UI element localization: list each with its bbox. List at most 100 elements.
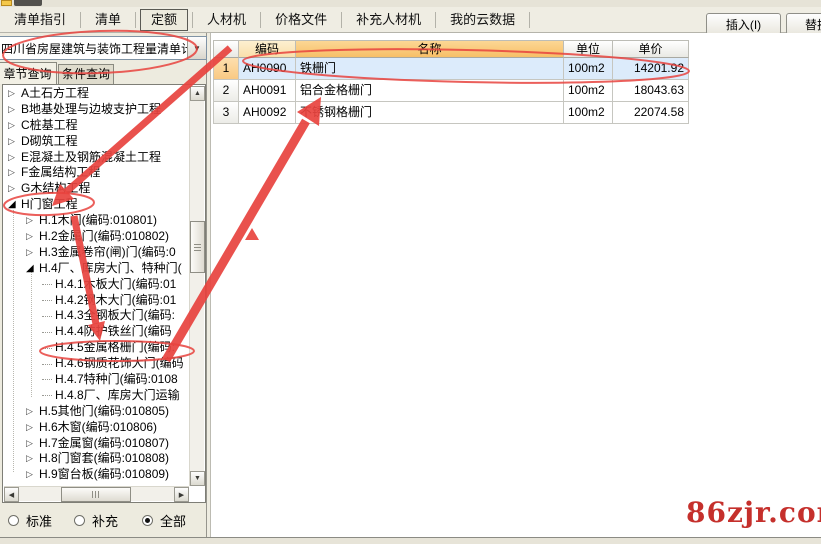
expand-icon[interactable]: ▷	[8, 165, 21, 181]
collapse-icon[interactable]: ◢	[26, 261, 39, 277]
expand-icon[interactable]: ▷	[8, 181, 21, 197]
tree-item-label: D砌筑工程	[21, 134, 78, 150]
scroll-up-icon[interactable]: ▲	[190, 86, 205, 101]
tree-vertical-scrollbar[interactable]: ▲ ▼	[189, 86, 204, 486]
cell-num[interactable]: 3	[213, 102, 239, 124]
expand-icon[interactable]: ▷	[8, 102, 21, 118]
tree-item[interactable]: H.4.4防护铁丝门(编码	[4, 324, 189, 340]
expand-icon[interactable]: ▷	[26, 467, 39, 483]
cell-unit[interactable]: 100m2	[564, 80, 613, 102]
tab-separator	[529, 12, 530, 28]
replace-button[interactable]: 替换	[786, 13, 821, 35]
tree-item[interactable]: ▷H.2金属门(编码:010802)	[4, 229, 189, 245]
cell-unit[interactable]: 100m2	[564, 58, 613, 80]
expand-icon[interactable]: ▷	[26, 404, 39, 420]
table-header-row: 编码 名称 单位 单价	[213, 40, 689, 58]
tree-item-label: G木结构工程	[21, 181, 90, 197]
top-tab-1[interactable]: 清单指引	[0, 8, 80, 32]
table-row[interactable]: 3AH0092不锈钢格栅门100m222074.58	[213, 102, 689, 124]
cell-price[interactable]: 14201.92	[613, 58, 689, 80]
tree-item-label: C桩基工程	[21, 118, 78, 134]
tree-item[interactable]: ▷H.9窗台板(编码:010809)	[4, 467, 189, 483]
cell-name[interactable]: 铁栅门	[296, 58, 564, 80]
expand-icon[interactable]: ▷	[8, 150, 21, 166]
tree: ▷A土石方工程▷B地基处理与边坡支护工程▷C桩基工程▷D砌筑工程▷E混凝土及钢筋…	[4, 86, 189, 486]
tree-item[interactable]: ▷B地基处理与边坡支护工程	[4, 102, 189, 118]
radio-label: 补充	[92, 511, 118, 530]
cell-price[interactable]: 18043.63	[613, 80, 689, 102]
tree-item[interactable]: ◢H.4厂、库房大门、特种门(	[4, 261, 189, 277]
col-header-unit[interactable]: 单位	[564, 40, 613, 58]
insert-button[interactable]: 插入(I)	[706, 13, 781, 35]
tree-item[interactable]: ▷C桩基工程	[4, 118, 189, 134]
col-header-code[interactable]: 编码	[239, 40, 296, 58]
cell-price[interactable]: 22074.58	[613, 102, 689, 124]
expand-icon[interactable]: ▷	[8, 134, 21, 150]
horizontal-scroll-thumb[interactable]	[61, 487, 131, 502]
top-tab-4[interactable]: 人材机	[193, 8, 260, 32]
cell-num[interactable]: 1	[213, 58, 239, 80]
top-tab-6[interactable]: 补充人材机	[342, 8, 435, 32]
radio-option-1[interactable]: 标准	[8, 511, 52, 530]
expand-icon[interactable]: ▷	[26, 420, 39, 436]
cell-code[interactable]: AH0092	[239, 102, 296, 124]
cell-code[interactable]: AH0091	[239, 80, 296, 102]
radio-option-3[interactable]: 全部	[142, 511, 186, 530]
tree-item[interactable]: ▷A土石方工程	[4, 86, 189, 102]
tree-item[interactable]: ▷H.1木门(编码:010801)	[4, 213, 189, 229]
top-tab-2[interactable]: 清单	[81, 8, 135, 32]
top-tab-7[interactable]: 我的云数据	[436, 8, 529, 32]
tab-condition-query[interactable]: 条件查询	[58, 64, 114, 84]
scroll-left-icon[interactable]: ◀	[4, 487, 19, 502]
expand-icon[interactable]: ▷	[8, 86, 21, 102]
tree-item[interactable]: H.4.3全钢板大门(编码:	[4, 308, 189, 324]
expand-icon[interactable]: ▷	[26, 229, 39, 245]
cell-unit[interactable]: 100m2	[564, 102, 613, 124]
tree-item[interactable]: ▷H.3金属卷帘(闸)门(编码:0	[4, 245, 189, 261]
cell-name[interactable]: 铝合金格栅门	[296, 80, 564, 102]
expand-icon[interactable]: ▷	[26, 451, 39, 467]
tree-item-label: H.4.5金属格栅门(编码:	[55, 340, 175, 356]
tree-item[interactable]: ◢H门窗工程	[4, 197, 189, 213]
scroll-down-icon[interactable]: ▼	[190, 471, 205, 486]
tree-item[interactable]: H.4.8厂、库房大门运输	[4, 388, 189, 404]
tree-item[interactable]: H.4.7特种门(编码:0108	[4, 372, 189, 388]
top-tab-5[interactable]: 价格文件	[261, 8, 341, 32]
top-tab-3[interactable]: 定额	[140, 9, 188, 31]
expand-icon[interactable]: ▷	[26, 245, 39, 261]
tree-item[interactable]: ▷F金属结构工程	[4, 165, 189, 181]
quota-library-dropdown[interactable]: 四川省房屋建筑与装饰工程量清单计 ▼	[0, 36, 207, 60]
radio-option-2[interactable]: 补充	[74, 511, 118, 530]
tree-item[interactable]: ▷H.6木窗(编码:010806)	[4, 420, 189, 436]
tree-item[interactable]: H.4.2钢木大门(编码:01	[4, 293, 189, 309]
expand-icon[interactable]: ▷	[26, 213, 39, 229]
collapse-icon[interactable]: ◢	[8, 197, 21, 213]
tree-horizontal-scrollbar[interactable]: ◀ ▶	[4, 486, 189, 501]
tree-item[interactable]: ▷H.7金属窗(编码:010807)	[4, 436, 189, 452]
tree-item[interactable]: ▷H.8门窗套(编码:010808)	[4, 451, 189, 467]
tree-item[interactable]: ▷D砌筑工程	[4, 134, 189, 150]
chevron-down-icon[interactable]: ▼	[187, 37, 206, 59]
radio-circle-icon	[74, 515, 85, 526]
tree-item[interactable]: H.4.6钢质花饰大门(编码	[4, 356, 189, 372]
tree-item-label: H.6木窗(编码:010806)	[39, 420, 157, 436]
vertical-scroll-thumb[interactable]	[190, 221, 205, 273]
cell-code[interactable]: AH0090	[239, 58, 296, 80]
scroll-right-icon[interactable]: ▶	[174, 487, 189, 502]
table-row[interactable]: 1AH0090铁栅门100m214201.92	[213, 58, 689, 80]
cell-name[interactable]: 不锈钢格栅门	[296, 102, 564, 124]
tree-item[interactable]: ▷G木结构工程	[4, 181, 189, 197]
expand-icon[interactable]: ▷	[26, 436, 39, 452]
tree-item[interactable]: H.4.1木板大门(编码:01	[4, 277, 189, 293]
tree-item[interactable]: H.4.5金属格栅门(编码:	[4, 340, 189, 356]
tree-item[interactable]: ▷H.5其他门(编码:010805)	[4, 404, 189, 420]
cell-num[interactable]: 2	[213, 80, 239, 102]
tree-item[interactable]: ▷E混凝土及钢筋混凝土工程	[4, 150, 189, 166]
table-row[interactable]: 2AH0091铝合金格栅门100m218043.63	[213, 80, 689, 102]
col-header-price[interactable]: 单价	[613, 40, 689, 58]
col-header-name[interactable]: 名称	[296, 40, 564, 58]
expand-icon[interactable]: ▷	[8, 118, 21, 134]
dropdown-value: 四川省房屋建筑与装饰工程量清单计	[0, 40, 187, 57]
col-header-rownum[interactable]	[213, 40, 239, 58]
tab-chapter-query[interactable]: 章节查询	[0, 62, 57, 84]
